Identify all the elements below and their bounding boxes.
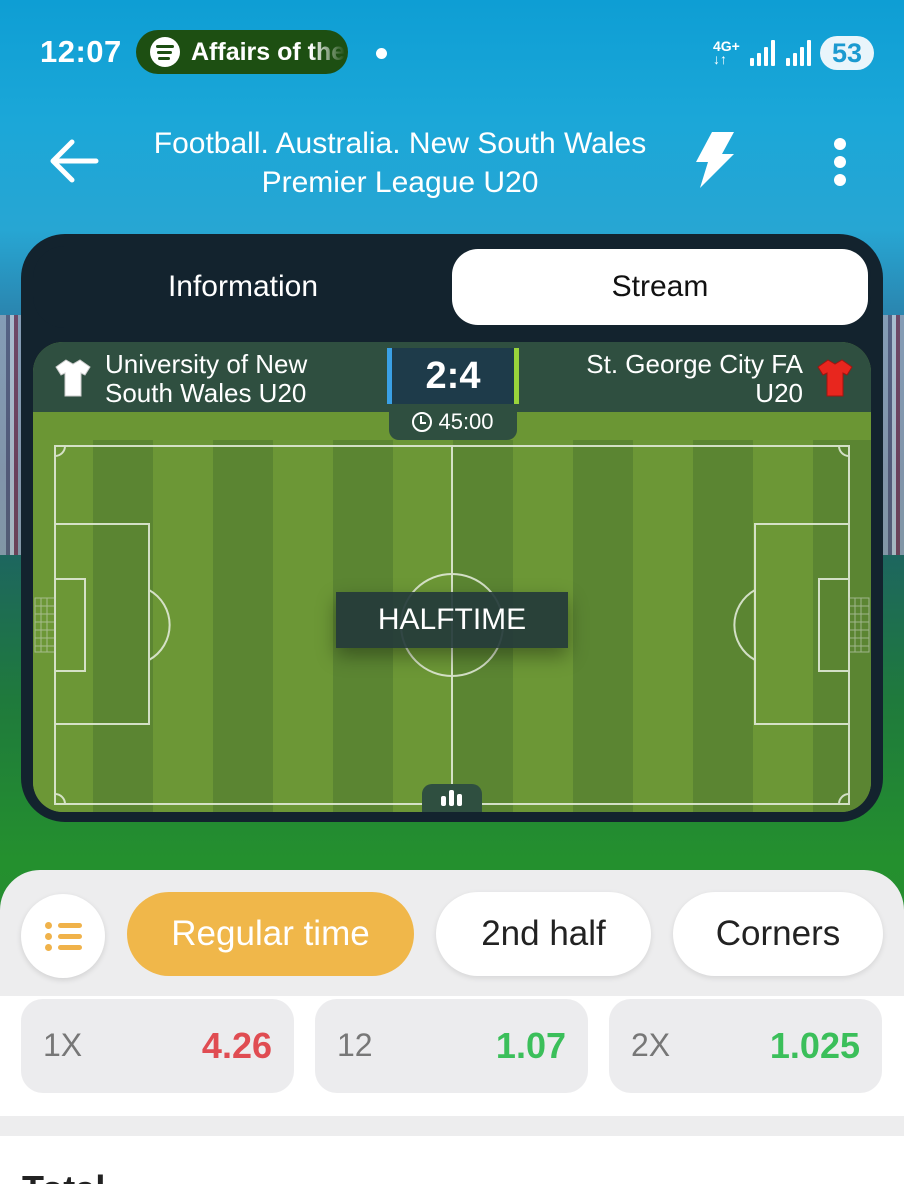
clock-icon xyxy=(412,412,433,432)
odd-button-1x[interactable]: 1X 4.26 xyxy=(21,999,294,1093)
signal-icon xyxy=(786,40,814,66)
match-widget: Information Stream University of New Sou… xyxy=(21,234,883,822)
stats-toggle-icon[interactable] xyxy=(422,784,482,812)
match-tracker: University of New South Wales U20 2:4 St… xyxy=(33,342,871,812)
market-chip-2nd-half[interactable]: 2nd half xyxy=(436,892,651,976)
betting-sheet: Regular time 2nd half Corners 1X 4.26 12… xyxy=(0,870,904,1184)
status-time: 12:07 xyxy=(40,34,122,69)
spotify-icon xyxy=(150,37,180,67)
status-bar: 12:07 Affairs of the 4G+ ↓↑ 53 xyxy=(0,0,904,105)
section-divider xyxy=(0,1116,904,1136)
market-list-button[interactable] xyxy=(21,894,105,978)
battery-indicator: 53 xyxy=(820,36,874,70)
odd-value: 1.025 xyxy=(769,1025,860,1066)
match-state-banner: HALFTIME xyxy=(336,592,568,648)
odd-label: 2X xyxy=(631,1027,671,1063)
away-shirt-icon xyxy=(817,358,853,398)
page-title: Football. Australia. New South Wales Pre… xyxy=(153,127,647,199)
notification-dot-icon xyxy=(376,48,387,59)
more-options-icon[interactable] xyxy=(826,138,854,186)
odd-label: 12 xyxy=(337,1027,373,1063)
network-type: 4G+ ↓↑ xyxy=(713,38,740,67)
media-notification-pill[interactable]: Affairs of the xyxy=(136,30,348,74)
odd-value: 1.07 xyxy=(495,1025,566,1066)
back-arrow-icon[interactable] xyxy=(46,134,102,188)
match-clock: 45:00 xyxy=(389,404,517,440)
lightning-icon[interactable] xyxy=(690,130,738,190)
match-score: 2:4 xyxy=(387,348,519,404)
tab-stream[interactable]: Stream xyxy=(452,249,868,325)
away-team-name: St. George City FA U20 xyxy=(586,349,803,408)
odd-button-12[interactable]: 12 1.07 xyxy=(315,999,588,1093)
market-section-total[interactable]: Total xyxy=(0,1136,904,1184)
market-chip-regular-time[interactable]: Regular time xyxy=(127,892,414,976)
media-title: Affairs of the xyxy=(191,38,346,66)
market-chip-corners[interactable]: Corners xyxy=(673,892,883,976)
signal-icon xyxy=(750,40,778,66)
odd-value: 4.26 xyxy=(201,1025,272,1066)
tab-information[interactable]: Information xyxy=(33,249,453,325)
view-tabs: Information Stream xyxy=(33,246,871,328)
home-team-name: University of New South Wales U20 xyxy=(105,349,308,408)
odds-row: 1X 4.26 12 1.07 2X 1.025 xyxy=(0,996,904,1116)
home-shirt-icon xyxy=(55,358,91,398)
odd-button-2x[interactable]: 2X 1.025 xyxy=(609,999,882,1093)
odd-label: 1X xyxy=(43,1027,83,1063)
section-title: Total xyxy=(22,1168,105,1184)
